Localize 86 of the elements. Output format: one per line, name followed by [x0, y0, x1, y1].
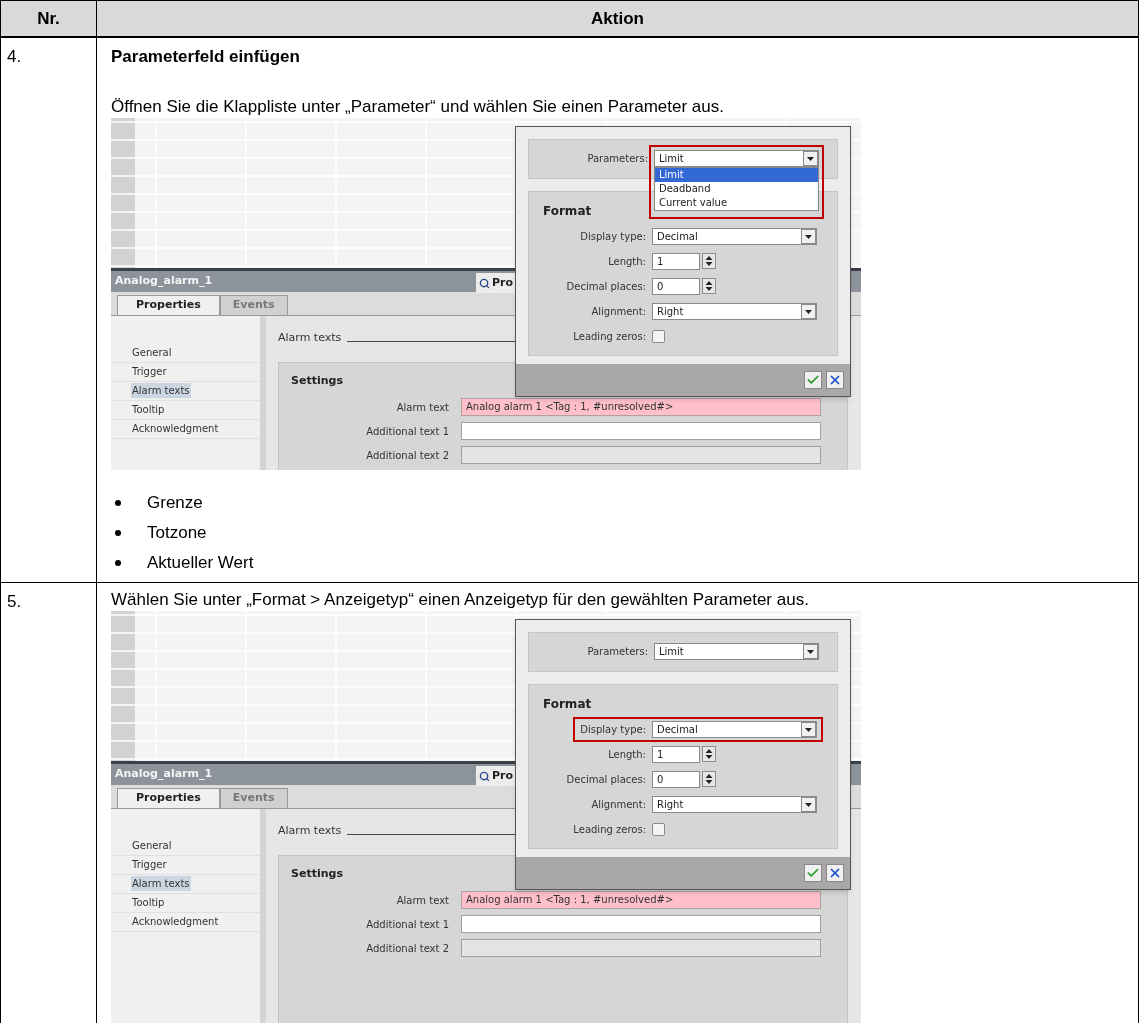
dropdown-option[interactable]: Limit [655, 168, 818, 182]
navigation-item[interactable]: Tooltip [131, 895, 166, 910]
number-field[interactable]: 0 [652, 770, 700, 788]
dropdown-field[interactable]: Decimal [652, 720, 817, 738]
field-label: Alarm text [395, 400, 450, 415]
field-label: Parameters: [586, 152, 649, 166]
search-icon [479, 277, 490, 289]
column-header: Nr. [1, 0, 97, 38]
field-label: Decimal places: [565, 772, 647, 787]
dropdown-field[interactable]: Right [652, 795, 817, 813]
text-field[interactable] [461, 915, 821, 933]
spinner-arrows-icon[interactable] [702, 746, 716, 762]
cancel-button[interactable] [826, 370, 844, 389]
settings-heading: Settings [291, 374, 343, 387]
cancel-button[interactable] [826, 863, 844, 882]
bullet-icon [115, 559, 121, 566]
format-heading: Format [543, 203, 592, 218]
dropdown-option[interactable]: Deadband [655, 182, 818, 196]
navigation-item[interactable]: Trigger [131, 364, 168, 379]
dropdown-field[interactable]: Right [652, 302, 817, 320]
navigation-item[interactable]: Tooltip [131, 402, 166, 417]
step-number: 4. [7, 47, 22, 66]
object-title: Analog_alarm_1 [114, 765, 214, 782]
number-field[interactable]: 0 [652, 277, 700, 295]
text-field[interactable] [461, 939, 821, 957]
field-label: Alignment: [590, 304, 647, 319]
text-field[interactable]: Analog alarm 1 <Tag : 1, #unresolved#> [461, 398, 821, 416]
text-field[interactable] [461, 446, 821, 464]
dropdown-value: Limit [658, 152, 685, 166]
list-item: Totzone [147, 521, 207, 544]
navigation-item[interactable]: Alarm texts [131, 876, 191, 891]
field-label: Additional text 2 [365, 941, 450, 956]
search-icon [479, 770, 490, 782]
field-label: Leading zeros: [572, 329, 647, 344]
dropdown-field[interactable]: Decimal [652, 227, 817, 245]
field-label: Alarm text [395, 893, 450, 908]
view-tab[interactable]: Pro [476, 766, 517, 786]
field-label: Additional text 1 [365, 424, 450, 439]
bullet-icon [115, 529, 121, 536]
navigation-item[interactable]: Acknowledgment [131, 914, 220, 929]
spinner-arrows-icon[interactable] [702, 278, 716, 294]
spinner-arrows-icon[interactable] [702, 771, 716, 787]
checkbox[interactable] [652, 822, 665, 836]
field-label: Length: [607, 747, 647, 762]
text-field[interactable]: Analog alarm 1 <Tag : 1, #unresolved#> [461, 891, 821, 909]
dropdown-value: Limit [658, 645, 685, 659]
navigation-item[interactable]: Acknowledgment [131, 421, 220, 436]
dropdown-option[interactable]: Current value [655, 196, 818, 210]
field-label: Display type: [579, 229, 647, 244]
text-field[interactable] [461, 422, 821, 440]
list-item: Grenze [147, 491, 203, 514]
column-header: Aktion [97, 0, 1138, 38]
instruction-text: Öffnen Sie die Klappliste unter „Parameter“ und wählen Sie einen Parameter aus. [111, 95, 725, 118]
field-label: Leading zeros: [572, 822, 647, 837]
instruction-text: Wählen Sie unter „Format > Anzeigetyp“ einen Anzeigetyp für den gewählten Parameter aus. [111, 588, 810, 611]
tab[interactable]: Properties [117, 294, 220, 315]
bullet-icon [115, 499, 121, 506]
field-label: Length: [607, 254, 647, 269]
field-label: Additional text 2 [365, 448, 450, 463]
section-title: Alarm texts [278, 822, 342, 839]
navigation-item[interactable]: Alarm texts [131, 383, 191, 398]
number-field[interactable]: 1 [652, 252, 700, 270]
settings-heading: Settings [291, 867, 343, 880]
field-label: Display type: [579, 722, 647, 737]
step-title: Parameterfeld einfügen [111, 46, 301, 68]
checkbox[interactable] [652, 329, 665, 343]
tab[interactable]: Properties [117, 787, 220, 808]
field-label: Alignment: [590, 797, 647, 812]
field-label: Parameters: [586, 645, 649, 659]
confirm-button[interactable] [804, 370, 822, 389]
parameters-dropdown[interactable]: Limit [654, 150, 819, 167]
spinner-arrows-icon[interactable] [702, 253, 716, 269]
field-label: Additional text 1 [365, 917, 450, 932]
section-title: Alarm texts [278, 329, 342, 346]
navigation-item[interactable]: General [131, 345, 173, 360]
step-number: 5. [7, 591, 22, 611]
navigation-item[interactable]: Trigger [131, 857, 168, 872]
parameters-dropdown[interactable]: Limit [654, 643, 819, 660]
number-field[interactable]: 1 [652, 745, 700, 763]
list-item: Aktueller Wert [147, 551, 254, 574]
view-tab[interactable]: Pro [476, 273, 517, 293]
field-label: Decimal places: [565, 279, 647, 294]
navigation-item[interactable]: General [131, 838, 173, 853]
confirm-button[interactable] [804, 863, 822, 882]
format-heading: Format [543, 696, 592, 711]
object-title: Analog_alarm_1 [114, 272, 214, 289]
